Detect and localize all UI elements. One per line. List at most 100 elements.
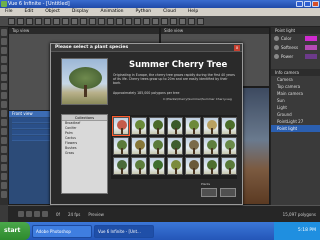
- plant-thumbnail[interactable]: [131, 117, 147, 135]
- cylinder-tool-icon[interactable]: [1, 47, 7, 54]
- side-viewport-label: Side view: [161, 28, 269, 34]
- menu-cloud[interactable]: Cloud: [163, 8, 176, 16]
- menu-file[interactable]: File: [5, 8, 13, 16]
- menu-object[interactable]: Object: [45, 8, 60, 16]
- sky-icon[interactable]: [161, 17, 168, 25]
- plant-thumbnail[interactable]: [203, 157, 219, 175]
- cone-tool-icon[interactable]: [1, 56, 7, 63]
- plant-thumbnail[interactable]: [113, 137, 129, 155]
- rewind-icon[interactable]: [18, 211, 24, 217]
- text-tool-icon[interactable]: [1, 137, 7, 144]
- import-tool-icon[interactable]: [1, 173, 7, 180]
- material-icon[interactable]: [170, 17, 177, 25]
- plant-thumbnail[interactable]: [167, 157, 183, 175]
- list-item-selected[interactable]: Point light: [271, 125, 320, 132]
- list-item[interactable]: Ground: [271, 111, 320, 118]
- plant-thumbnail[interactable]: [203, 137, 219, 155]
- metablob-tool-icon[interactable]: [1, 164, 7, 171]
- list-item[interactable]: Main camera: [271, 90, 320, 97]
- plant-thumbnail[interactable]: [149, 137, 165, 155]
- menu-help[interactable]: Help: [188, 8, 198, 16]
- torus-tool-icon[interactable]: [1, 65, 7, 72]
- plant-thumbnail[interactable]: [185, 157, 201, 175]
- save-icon[interactable]: [26, 17, 33, 25]
- scale-icon[interactable]: [80, 17, 87, 25]
- light-icon[interactable]: [107, 17, 114, 25]
- water-tool-icon[interactable]: [1, 92, 7, 99]
- python-tool-icon[interactable]: [1, 191, 7, 198]
- boolean-tool-icon[interactable]: [1, 155, 7, 162]
- plant-thumbnail[interactable]: [131, 137, 147, 155]
- rock-icon[interactable]: [143, 17, 150, 25]
- taskbar-item-active[interactable]: Vue 6 Infinite - [Unt...: [94, 224, 154, 238]
- camera-icon[interactable]: [98, 17, 105, 25]
- plant-tool-icon[interactable]: [1, 101, 7, 108]
- plant-thumbnail[interactable]: [149, 117, 165, 135]
- forward-icon[interactable]: [42, 211, 48, 217]
- terrain-icon[interactable]: [125, 17, 132, 25]
- light-tool-icon[interactable]: [1, 119, 7, 126]
- collection-item[interactable]: Grass: [62, 151, 107, 156]
- camera-tool-icon[interactable]: [1, 128, 7, 135]
- color-row[interactable]: Color: [271, 34, 320, 43]
- plant-thumbnail[interactable]: [185, 117, 201, 135]
- plane-tool-icon[interactable]: [1, 74, 7, 81]
- export-tool-icon[interactable]: [1, 182, 7, 189]
- power-row[interactable]: Power: [271, 52, 320, 61]
- select-icon[interactable]: [53, 17, 60, 25]
- redo-icon[interactable]: [44, 17, 51, 25]
- move-icon[interactable]: [62, 17, 69, 25]
- plant-thumbnail[interactable]: [112, 116, 130, 136]
- water-icon[interactable]: [152, 17, 159, 25]
- pan-icon[interactable]: [188, 17, 195, 25]
- maximize-button[interactable]: [304, 1, 311, 7]
- plant-icon[interactable]: [134, 17, 141, 25]
- power-slider[interactable]: [305, 54, 317, 59]
- close-button[interactable]: [312, 1, 319, 7]
- ok-button[interactable]: [201, 188, 217, 197]
- plant-thumbnail[interactable]: [185, 137, 201, 155]
- plant-thumbnail[interactable]: [149, 157, 165, 175]
- plant-thumbnail[interactable]: [203, 117, 219, 135]
- list-item[interactable]: PointLight 27: [271, 118, 320, 125]
- terrain-tool-icon[interactable]: [1, 83, 7, 90]
- start-button[interactable]: start: [0, 222, 30, 240]
- menu-edit[interactable]: Edit: [25, 8, 34, 16]
- grid-icon[interactable]: [197, 17, 204, 25]
- plant-thumbnail[interactable]: [221, 157, 237, 175]
- list-item[interactable]: Light: [271, 104, 320, 111]
- render-icon[interactable]: [89, 17, 96, 25]
- play-icon[interactable]: [26, 211, 32, 217]
- plant-thumbnail[interactable]: [167, 137, 183, 155]
- taskbar-item[interactable]: Adobe Photoshop: [32, 224, 92, 238]
- open-icon[interactable]: [17, 17, 24, 25]
- plant-thumbnail[interactable]: [131, 157, 147, 175]
- list-item[interactable]: Top camera: [271, 83, 320, 90]
- plant-thumbnail[interactable]: [221, 117, 237, 135]
- plant-thumbnail[interactable]: [167, 117, 183, 135]
- menu-animation[interactable]: Animation: [101, 8, 124, 16]
- stop-icon[interactable]: [34, 211, 40, 217]
- rotate-icon[interactable]: [71, 17, 78, 25]
- zoom-icon[interactable]: [179, 17, 186, 25]
- new-icon[interactable]: [8, 17, 15, 25]
- list-item[interactable]: Camera: [271, 76, 320, 83]
- menu-display[interactable]: Display: [72, 8, 89, 16]
- group-tool-icon[interactable]: [1, 146, 7, 153]
- plant-thumbnail[interactable]: [113, 157, 129, 175]
- sphere-tool-icon[interactable]: [1, 29, 7, 36]
- menu-python[interactable]: Python: [135, 8, 151, 16]
- dialog-close-icon[interactable]: x: [234, 45, 240, 51]
- plant-thumbnail[interactable]: [221, 137, 237, 155]
- list-item[interactable]: Sun: [271, 97, 320, 104]
- cube-tool-icon[interactable]: [1, 38, 7, 45]
- cancel-button[interactable]: [220, 188, 236, 197]
- minimize-button[interactable]: [296, 1, 303, 7]
- color-swatch[interactable]: [305, 36, 317, 41]
- softness-slider[interactable]: [305, 45, 317, 50]
- rock-tool-icon[interactable]: [1, 110, 7, 117]
- atmosphere-icon[interactable]: [116, 17, 123, 25]
- window-title-bar[interactable]: Vue 6 Infinite - [Untitled]: [0, 0, 320, 8]
- softness-row[interactable]: Softness: [271, 43, 320, 52]
- undo-icon[interactable]: [35, 17, 42, 25]
